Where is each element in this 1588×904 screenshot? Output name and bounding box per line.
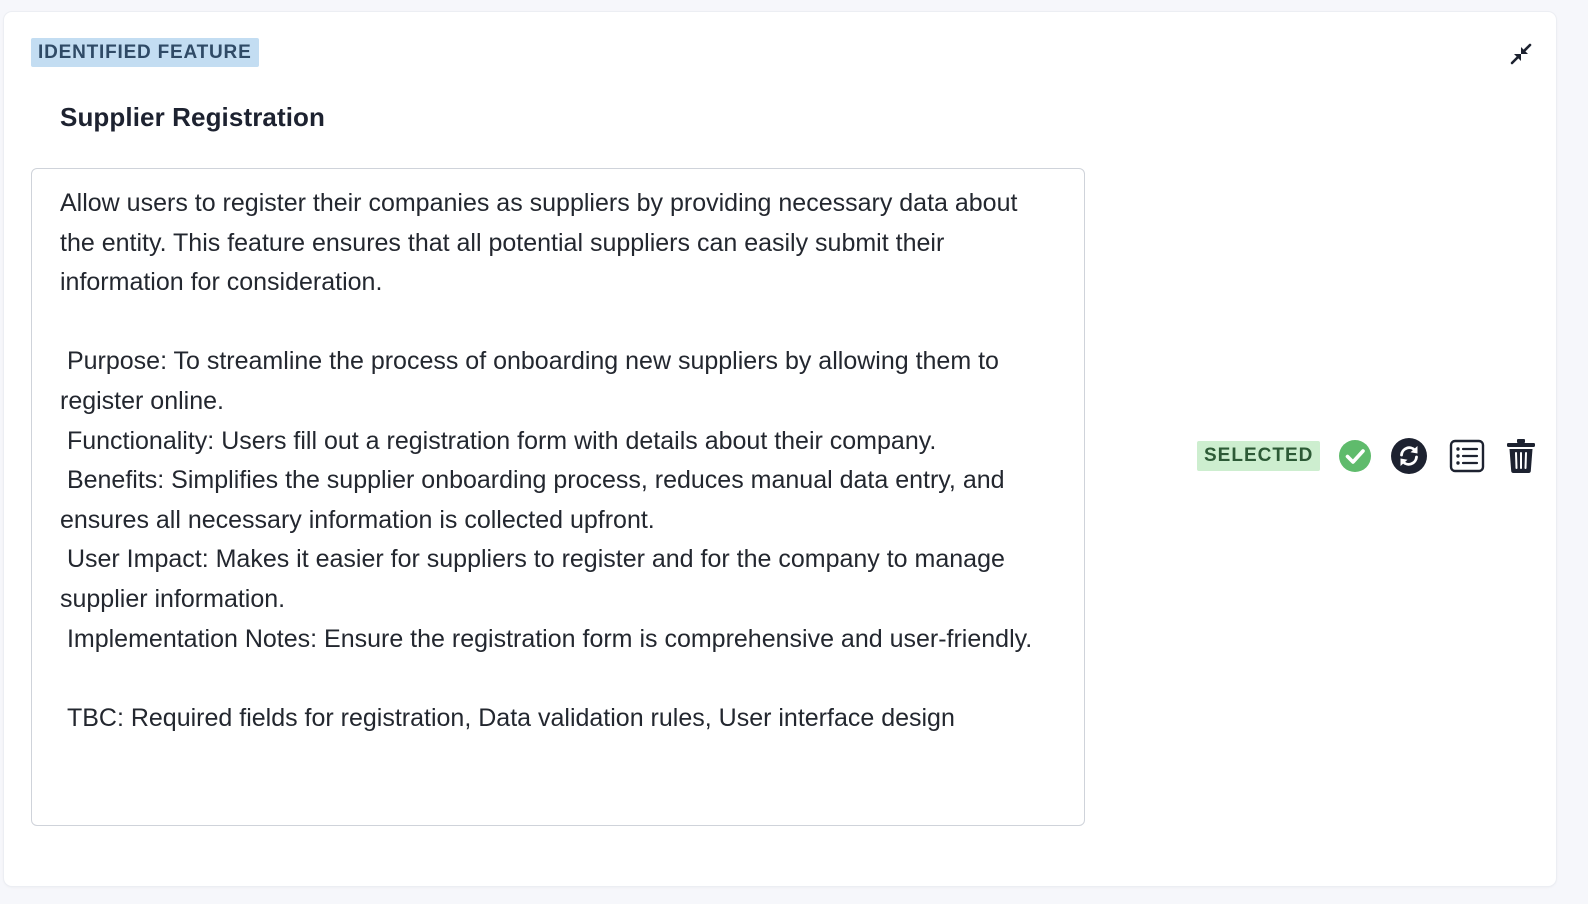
collapse-button[interactable] [1506,39,1536,69]
delete-button[interactable] [1504,438,1538,474]
feature-description-textarea[interactable]: Allow users to register their companies … [31,168,1085,826]
sync-icon [1391,438,1428,474]
feature-card: IDENTIFIED FEATURE Supplier Registration… [4,12,1556,886]
feature-actions: SELECTED [1197,436,1538,476]
trash-icon [1507,439,1536,473]
details-button[interactable] [1449,438,1485,474]
list-icon [1450,439,1485,473]
regenerate-button[interactable] [1390,437,1428,475]
collapse-arrows-icon [1510,43,1532,65]
identified-feature-badge: IDENTIFIED FEATURE [31,38,259,67]
feature-title: Supplier Registration [60,102,326,132]
check-circle-icon [1339,440,1372,472]
approve-button[interactable] [1338,439,1372,473]
selected-status-badge: SELECTED [1197,441,1321,471]
